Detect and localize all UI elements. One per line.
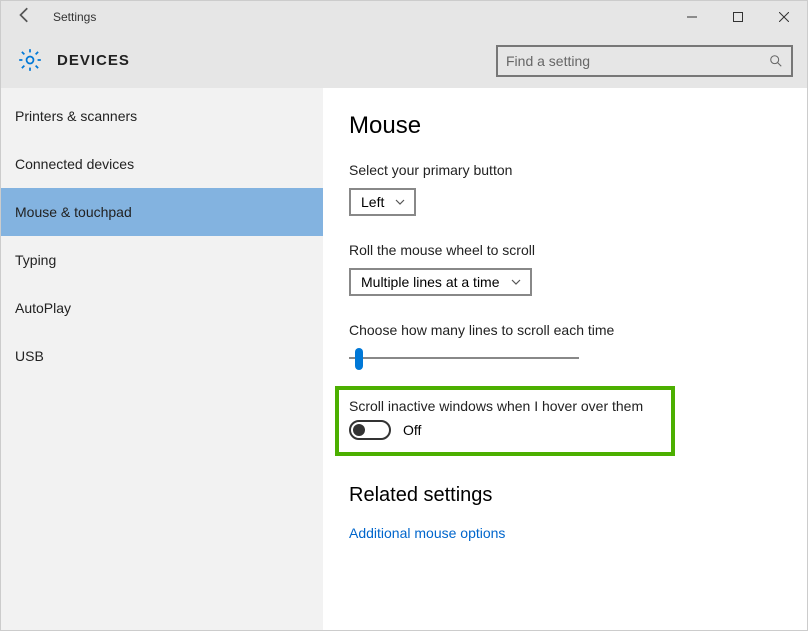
related-heading: Related settings	[349, 484, 781, 507]
sidebar-item-label: USB	[15, 348, 44, 364]
sidebar-item-mouse-touchpad[interactable]: Mouse & touchpad	[1, 188, 323, 236]
sidebar-item-printers[interactable]: Printers & scanners	[1, 92, 323, 140]
back-button[interactable]	[1, 6, 49, 29]
sidebar-item-autoplay[interactable]: AutoPlay	[1, 284, 323, 332]
search-box[interactable]	[496, 45, 793, 77]
sidebar: Printers & scanners Connected devices Mo…	[1, 88, 323, 630]
highlighted-setting: Scroll inactive windows when I hover ove…	[335, 386, 675, 456]
inactive-scroll-toggle[interactable]	[349, 420, 391, 440]
lines-slider[interactable]	[349, 348, 579, 368]
primary-button-label: Select your primary button	[349, 162, 781, 178]
sidebar-item-label: Mouse & touchpad	[15, 204, 132, 220]
sidebar-item-label: Typing	[15, 252, 56, 268]
category-title: DEVICES	[57, 52, 130, 69]
search-icon	[769, 54, 783, 68]
sidebar-item-label: Printers & scanners	[15, 108, 137, 124]
gear-icon	[17, 47, 45, 75]
sidebar-item-typing[interactable]: Typing	[1, 236, 323, 284]
window-title: Settings	[49, 10, 96, 24]
sidebar-item-label: AutoPlay	[15, 300, 71, 316]
chevron-down-icon	[510, 276, 522, 288]
scroll-wheel-label: Roll the mouse wheel to scroll	[349, 242, 781, 258]
toggle-knob	[353, 424, 365, 436]
sidebar-item-connected-devices[interactable]: Connected devices	[1, 140, 323, 188]
header: DEVICES	[1, 33, 807, 88]
scroll-wheel-select[interactable]: Multiple lines at a time	[349, 268, 532, 296]
primary-button-value: Left	[361, 194, 384, 210]
primary-button-select[interactable]: Left	[349, 188, 416, 216]
sidebar-item-label: Connected devices	[15, 156, 134, 172]
maximize-button[interactable]	[715, 1, 761, 33]
slider-thumb[interactable]	[355, 348, 363, 370]
additional-mouse-options-link[interactable]: Additional mouse options	[349, 525, 781, 541]
minimize-button[interactable]	[669, 1, 715, 33]
inactive-scroll-label: Scroll inactive windows when I hover ove…	[349, 398, 661, 414]
sidebar-item-usb[interactable]: USB	[1, 332, 323, 380]
chevron-down-icon	[394, 196, 406, 208]
inactive-scroll-state: Off	[403, 422, 421, 438]
page-heading: Mouse	[349, 112, 781, 140]
content: Mouse Select your primary button Left Ro…	[323, 88, 807, 630]
search-input[interactable]	[506, 53, 769, 69]
close-button[interactable]	[761, 1, 807, 33]
lines-slider-label: Choose how many lines to scroll each tim…	[349, 322, 781, 338]
scroll-wheel-value: Multiple lines at a time	[361, 274, 500, 290]
titlebar: Settings	[1, 1, 807, 33]
